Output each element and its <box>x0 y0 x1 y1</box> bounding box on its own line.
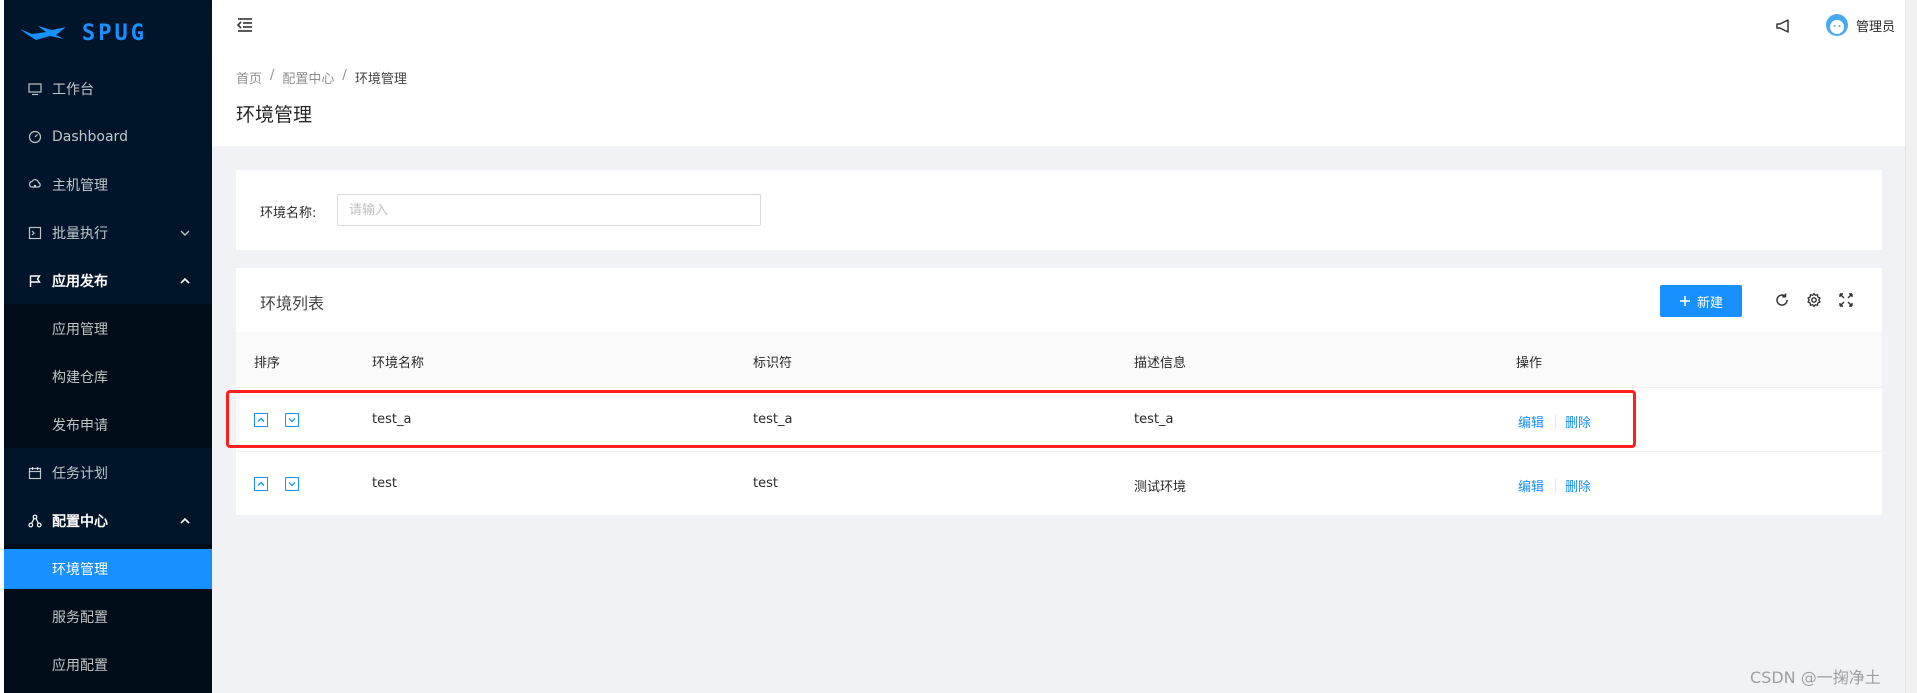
sidebar-item-workbench[interactable]: 工作台 <box>4 69 212 109</box>
code-icon <box>28 226 42 240</box>
breadcrumb-separator: / <box>342 68 347 83</box>
sidebar-item-label: 批量执行 <box>52 226 108 242</box>
dashboard-icon <box>28 130 42 144</box>
sidebar-item-label: 应用配置 <box>52 658 108 674</box>
sidebar: SPUG 工作台 Dashboard 主机管理 批量执行 应用发布 应用管理 构… <box>0 0 212 693</box>
user-name[interactable]: 管理员 <box>1856 16 1895 35</box>
sidebar-item-label: 工作台 <box>52 82 94 98</box>
sidebar-item-app-manage[interactable]: 应用管理 <box>4 309 212 349</box>
sidebar-item-label: 服务配置 <box>52 610 108 626</box>
logo-text: SPUG <box>82 20 147 46</box>
move-up-icon[interactable] <box>254 413 268 427</box>
sidebar-item-label: 环境管理 <box>52 562 108 578</box>
avatar-face-icon <box>1830 20 1844 34</box>
logo[interactable]: SPUG <box>18 18 147 48</box>
sidebar-item-deploy[interactable]: 应用发布 <box>4 261 212 301</box>
delete-link[interactable]: 删除 <box>1565 412 1591 431</box>
move-down-icon[interactable] <box>285 477 299 491</box>
column-header-name: 环境名称 <box>372 356 425 371</box>
column-header-key: 标识符 <box>753 356 793 371</box>
sidebar-item-service-config[interactable]: 服务配置 <box>4 597 212 637</box>
move-down-icon[interactable] <box>285 413 299 427</box>
sidebar-item-schedule[interactable]: 任务计划 <box>4 453 212 493</box>
page-header: 首页 / 配置中心 / 环境管理 环境管理 <box>212 50 1905 146</box>
sidebar-item-env-manage[interactable]: 环境管理 <box>4 549 212 589</box>
chevron-up-icon <box>180 277 190 284</box>
cell-env-desc: 测试环境 <box>1134 480 1187 495</box>
cell-env-name: test_a <box>372 412 412 427</box>
cluster-icon <box>28 514 42 528</box>
breadcrumb-current: 环境管理 <box>354 72 407 87</box>
schedule-icon <box>28 466 42 480</box>
sidebar-item-batch[interactable]: 批量执行 <box>4 213 212 253</box>
delete-link[interactable]: 删除 <box>1565 476 1591 495</box>
edit-link[interactable]: 编辑 <box>1518 476 1544 495</box>
notification-icon[interactable] <box>1774 17 1792 35</box>
breadcrumb-separator: / <box>270 68 275 83</box>
move-up-icon[interactable] <box>254 477 268 491</box>
search-card: 环境名称: <box>236 170 1882 250</box>
watermark: CSDN @一掬净土 <box>1750 668 1881 687</box>
sidebar-item-label: 构建仓库 <box>52 370 108 386</box>
column-header-sort: 排序 <box>254 356 281 371</box>
sidebar-item-label: 任务计划 <box>52 466 108 482</box>
sidebar-item-label: 主机管理 <box>52 178 108 194</box>
page-scrollbar[interactable] <box>1905 0 1917 693</box>
sidebar-item-deploy-request[interactable]: 发布申请 <box>4 405 212 445</box>
sidebar-item-label: Dashboard <box>52 129 128 145</box>
column-header-desc: 描述信息 <box>1134 356 1187 371</box>
breadcrumb: 首页 / 配置中心 / 环境管理 <box>236 68 407 87</box>
table-row: test_a test_a test_a 编辑 删除 <box>236 388 1882 452</box>
cell-env-key: test_a <box>753 412 793 427</box>
table-row: test test 测试环境 编辑 删除 <box>236 452 1882 516</box>
breadcrumb-home[interactable]: 首页 <box>236 68 262 87</box>
action-divider <box>1555 414 1556 428</box>
desktop-icon <box>28 82 42 96</box>
reload-icon[interactable] <box>1774 292 1790 308</box>
sidebar-item-config-center[interactable]: 配置中心 <box>4 501 212 541</box>
new-env-button[interactable]: 新建 <box>1660 285 1742 317</box>
sidebar-item-label: 应用发布 <box>52 274 108 290</box>
flag-icon <box>28 274 42 288</box>
breadcrumb-config-center[interactable]: 配置中心 <box>282 68 334 87</box>
new-button-label: 新建 <box>1696 295 1723 311</box>
chevron-up-icon <box>180 517 190 524</box>
chevron-down-icon <box>180 230 190 236</box>
page-title: 环境管理 <box>236 104 313 126</box>
column-header-actions: 操作 <box>1516 356 1543 371</box>
top-header: 管理员 <box>212 0 1905 50</box>
action-divider <box>1555 478 1556 492</box>
search-label: 环境名称: <box>260 206 317 221</box>
cloud-server-icon <box>28 178 42 192</box>
table-header: 排序 环境名称 标识符 描述信息 操作 <box>236 332 1882 388</box>
sidebar-item-label: 应用管理 <box>52 322 108 338</box>
sidebar-item-host[interactable]: 主机管理 <box>4 165 212 205</box>
cell-env-name: test <box>372 476 397 491</box>
sidebar-item-app-config[interactable]: 应用配置 <box>4 645 212 685</box>
setting-icon[interactable] <box>1806 292 1822 308</box>
menu-fold-icon[interactable] <box>236 16 254 34</box>
fullscreen-icon[interactable] <box>1838 292 1854 308</box>
avatar[interactable] <box>1826 14 1848 36</box>
table-title: 环境列表 <box>260 294 325 313</box>
edit-link[interactable]: 编辑 <box>1518 412 1544 431</box>
spug-logo-icon <box>20 26 66 40</box>
cell-env-desc: test_a <box>1134 412 1174 427</box>
sidebar-item-build-repo[interactable]: 构建仓库 <box>4 357 212 397</box>
sidebar-item-label: 配置中心 <box>52 514 108 530</box>
env-table-card: 环境列表 新建 排序 环境名称 标识符 描述信息 操作 test_a test_… <box>236 268 1882 516</box>
sidebar-item-dashboard[interactable]: Dashboard <box>4 117 212 157</box>
cell-env-key: test <box>753 476 778 491</box>
plus-icon <box>1679 296 1690 306</box>
sidebar-item-label: 发布申请 <box>52 418 108 434</box>
env-name-search-input[interactable] <box>337 194 761 226</box>
